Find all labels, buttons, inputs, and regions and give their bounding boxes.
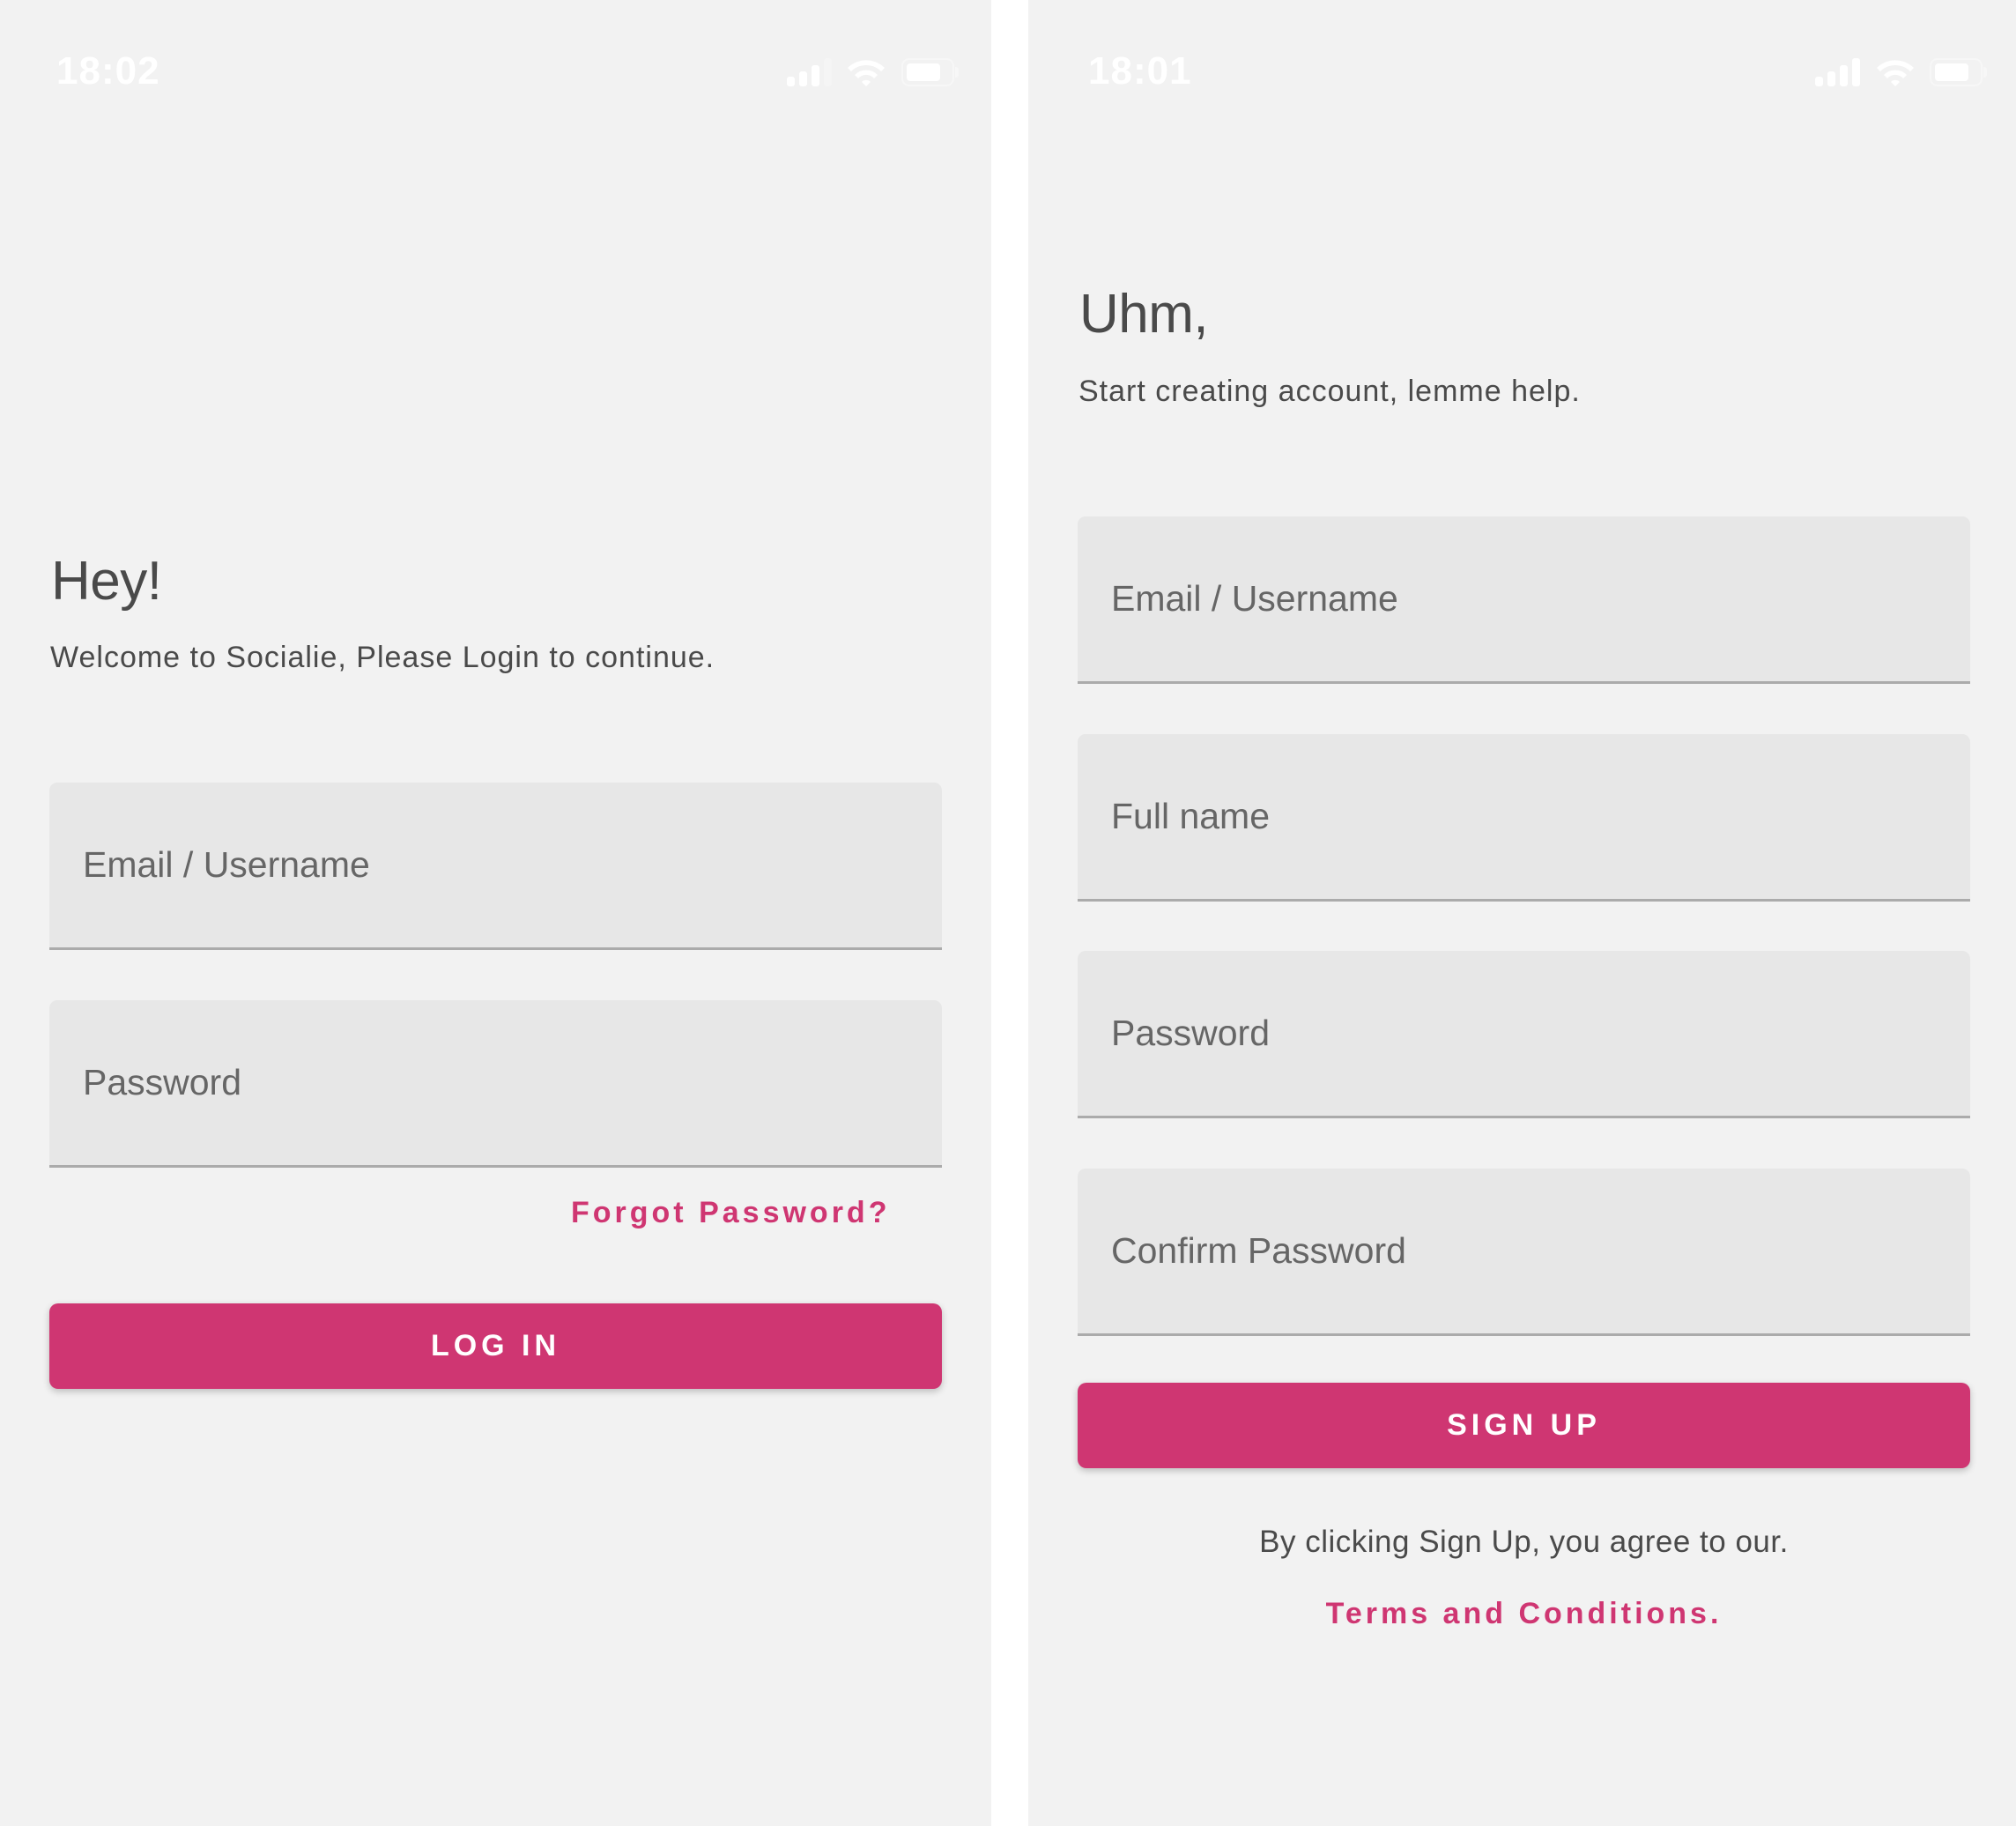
- confirm-password-field[interactable]: [1078, 1169, 1970, 1336]
- page-title: Hey!: [51, 551, 162, 612]
- email-username-input[interactable]: [1078, 516, 1970, 681]
- password-input[interactable]: [1078, 951, 1970, 1116]
- terms-and-conditions-link[interactable]: Terms and Conditions.: [1028, 1596, 2016, 1631]
- login-screen: 18:02 Hey! Welcome to Socialie, Please L…: [0, 0, 991, 1826]
- full-name-field[interactable]: [1078, 734, 1970, 902]
- signup-screen: 18:01 Uhm, Start creating account, lemme…: [1028, 0, 2016, 1826]
- cellular-signal-icon: [787, 58, 833, 86]
- status-icons: [787, 58, 963, 86]
- confirm-password-input[interactable]: [1078, 1169, 1970, 1333]
- wifi-icon: [848, 60, 885, 86]
- status-icons: [1815, 58, 1991, 86]
- battery-icon: [1930, 58, 1987, 86]
- page-title: Uhm,: [1079, 284, 1209, 345]
- wifi-icon: [1877, 60, 1914, 86]
- agreement-text: By clicking Sign Up, you agree to our.: [1259, 1525, 1789, 1559]
- password-input[interactable]: [49, 1000, 942, 1165]
- full-name-input[interactable]: [1078, 734, 1970, 899]
- status-time: 18:02: [56, 49, 160, 93]
- login-button[interactable]: LOG IN: [49, 1303, 942, 1389]
- signup-button[interactable]: SIGN UP: [1078, 1383, 1970, 1468]
- page-subtitle: Welcome to Socialie, Please Login to con…: [50, 641, 715, 674]
- email-username-field[interactable]: [1078, 516, 1970, 684]
- page-subtitle: Start creating account, lemme help.: [1078, 375, 1581, 408]
- email-username-field[interactable]: [49, 783, 942, 950]
- status-time: 18:01: [1088, 49, 1192, 93]
- email-username-input[interactable]: [49, 783, 942, 947]
- battery-icon: [901, 58, 959, 86]
- cellular-signal-icon: [1815, 58, 1861, 86]
- password-field[interactable]: [49, 1000, 942, 1168]
- password-field[interactable]: [1078, 951, 1970, 1118]
- forgot-password-link[interactable]: Forgot Password?: [571, 1195, 890, 1230]
